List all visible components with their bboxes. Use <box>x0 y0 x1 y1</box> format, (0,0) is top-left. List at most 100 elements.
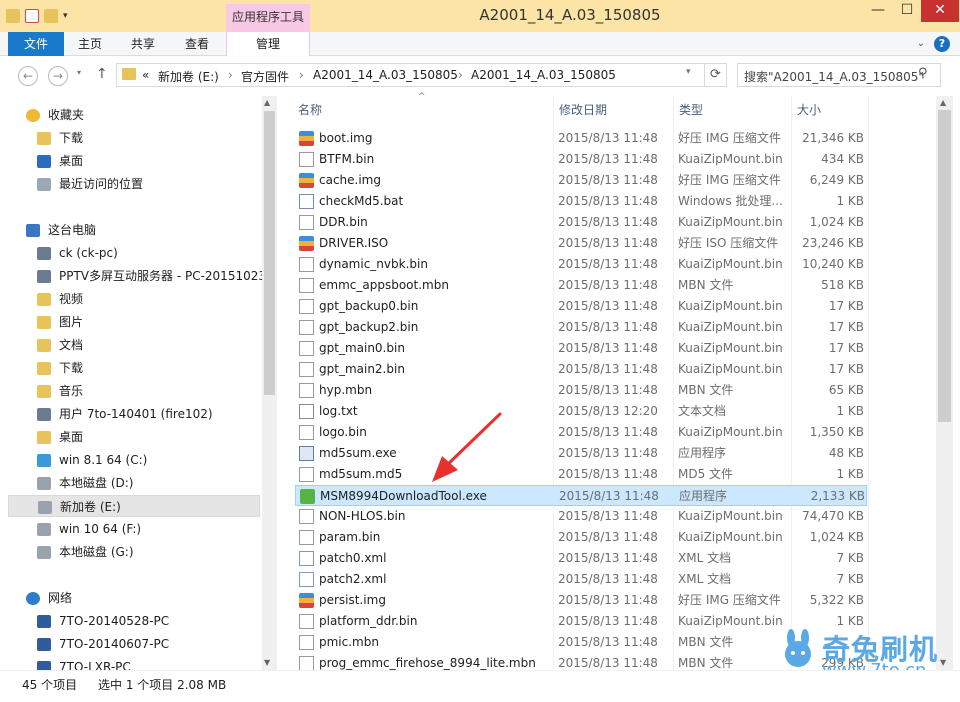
sidebar-item[interactable]: 7TO-LXR-PC <box>0 656 262 670</box>
column-divider[interactable] <box>868 96 869 670</box>
breadcrumb-separator[interactable]: › <box>299 68 304 82</box>
file-row[interactable]: param.bin 2015/8/13 11:48 KuaiZipMount.bin… <box>295 527 867 548</box>
sidebar-item[interactable]: win 10 64 (F:) <box>0 518 262 540</box>
file-row[interactable]: persist.img 2015/8/13 11:48 好压 IMG 压缩文件 5,3… <box>295 590 867 611</box>
file-type: MBN 文件 <box>678 635 734 649</box>
scroll-up-icon[interactable]: ▲ <box>940 98 946 107</box>
drive-icon <box>37 546 51 559</box>
file-row[interactable]: gpt_backup0.bin 2015/8/13 11:48 KuaiZipMou… <box>295 296 867 317</box>
sidebar-item[interactable]: 桌面 <box>0 150 262 172</box>
tab-file[interactable]: 文件 <box>8 32 64 56</box>
file-row[interactable]: checkMd5.bat 2015/8/13 11:48 Windows 批处理..… <box>295 191 867 212</box>
file-row[interactable]: patch0.xml 2015/8/13 11:48 XML 文档 7 KB <box>295 548 867 569</box>
refresh-button[interactable]: ⟳ <box>704 64 726 86</box>
help-icon[interactable]: ? <box>934 36 950 52</box>
back-button[interactable]: ← <box>18 66 38 86</box>
maximize-button[interactable]: ☐ <box>893 0 921 22</box>
column-header-size[interactable]: 大小 <box>797 101 821 118</box>
breadcrumb-item[interactable]: A2001_14_A.03_150805 <box>313 68 458 82</box>
search-icon[interactable]: ⚲ <box>918 66 928 81</box>
sidebar-item[interactable]: 文档 <box>0 334 262 356</box>
sidebar-item[interactable]: 本地磁盘 (G:) <box>0 541 262 563</box>
file-row[interactable]: log.txt 2015/8/13 12:20 文本文档 1 KB <box>295 401 867 422</box>
sidebar-item[interactable]: 本地磁盘 (D:) <box>0 472 262 494</box>
file-row[interactable]: cache.img 2015/8/13 11:48 好压 IMG 压缩文件 6,249… <box>295 170 867 191</box>
sidebar-item[interactable]: win 8.1 64 (C:) <box>0 449 262 471</box>
file-row[interactable]: DDR.bin 2015/8/13 11:48 KuaiZipMount.bin 1,… <box>295 212 867 233</box>
file-row[interactable]: MSM8994DownloadTool.exe 2015/8/13 11:48 应用… <box>295 485 867 506</box>
search-input[interactable]: 搜索"A2001_14_A.03_150805" <box>744 68 924 85</box>
sidebar-item[interactable]: 新加卷 (E:) <box>8 495 260 517</box>
new-folder-icon[interactable] <box>44 9 58 23</box>
sidebar-item[interactable]: 图片 <box>0 311 262 333</box>
file-row[interactable]: logo.bin 2015/8/13 11:48 KuaiZipMount.bin 1… <box>295 422 867 443</box>
sidebar-item[interactable]: 下载 <box>0 357 262 379</box>
sidebar-item[interactable]: ck (ck-pc) <box>0 242 262 264</box>
column-header-date[interactable]: 修改日期 <box>559 101 607 118</box>
sidebar-item[interactable]: PPTV多屏互动服务器 - PC-20151023 <box>0 265 262 287</box>
file-row[interactable]: gpt_main0.bin 2015/8/13 11:48 KuaiZipMount… <box>295 338 867 359</box>
file-row[interactable]: dynamic_nvbk.bin 2015/8/13 11:48 KuaiZipMo… <box>295 254 867 275</box>
tab-view[interactable]: 查看 <box>176 32 218 56</box>
breadcrumb-separator[interactable]: › <box>228 68 233 82</box>
tab-home[interactable]: 主页 <box>70 32 110 56</box>
file-row[interactable]: NON-HLOS.bin 2015/8/13 11:48 KuaiZipMount.… <box>295 506 867 527</box>
sidebar-item[interactable]: 最近访问的位置 <box>0 173 262 195</box>
breadcrumb-item[interactable]: 新加卷 (E:) <box>158 68 219 85</box>
contextual-tab-header: 应用程序工具 <box>226 4 310 32</box>
sidebar-item[interactable]: 视频 <box>0 288 262 310</box>
recent-locations-icon[interactable]: ▾ <box>77 68 81 77</box>
file-row[interactable]: emmc_appsboot.mbn 2015/8/13 11:48 MBN 文件 51… <box>295 275 867 296</box>
expand-ribbon-icon[interactable]: ⌄ <box>914 37 928 51</box>
file-row[interactable]: hyp.mbn 2015/8/13 11:48 MBN 文件 65 KB <box>295 380 867 401</box>
file-date: 2015/8/13 11:48 <box>558 278 658 292</box>
file-icon <box>299 152 314 167</box>
file-type: 好压 IMG 压缩文件 <box>678 173 781 187</box>
folder-icon[interactable] <box>6 9 20 23</box>
up-button[interactable]: ↑ <box>96 66 108 82</box>
desktop-icon <box>37 155 51 168</box>
column-header-type[interactable]: 类型 <box>679 101 703 118</box>
breadcrumb-item[interactable]: 官方固件 <box>241 68 289 85</box>
file-row[interactable]: patch2.xml 2015/8/13 11:48 XML 文档 7 KB <box>295 569 867 590</box>
properties-icon[interactable] <box>25 9 39 23</box>
sidebar-item-label: 这台电脑 <box>48 223 97 237</box>
breadcrumb-separator[interactable]: › <box>458 68 463 82</box>
column-header-name[interactable]: 名称 <box>298 101 322 118</box>
sidebar-item[interactable]: 网络 <box>0 587 262 609</box>
breadcrumb-overflow[interactable]: « <box>142 68 149 82</box>
file-row[interactable]: gpt_backup2.bin 2015/8/13 11:48 KuaiZipMou… <box>295 317 867 338</box>
sidebar-item-label: 视频 <box>59 292 84 306</box>
file-row[interactable]: gpt_main2.bin 2015/8/13 11:48 KuaiZipMount… <box>295 359 867 380</box>
breadcrumb-item[interactable]: A2001_14_A.03_150805 <box>471 68 616 82</box>
sidebar-item[interactable]: 音乐 <box>0 380 262 402</box>
archive-icon <box>299 236 314 251</box>
scroll-down-icon[interactable]: ▼ <box>940 658 946 667</box>
file-list-scroll-thumb[interactable] <box>938 110 951 422</box>
scroll-up-icon[interactable]: ▲ <box>264 98 270 107</box>
sidebar-item[interactable]: 下载 <box>0 127 262 149</box>
sidebar-item[interactable]: 7TO-20140528-PC <box>0 610 262 632</box>
customize-toolbar-icon[interactable]: ▾ <box>63 11 68 21</box>
forward-button[interactable]: → <box>48 66 68 86</box>
scroll-down-icon[interactable]: ▼ <box>264 658 270 667</box>
sidebar-item[interactable]: 桌面 <box>0 426 262 448</box>
tab-share[interactable]: 共享 <box>122 32 164 56</box>
sidebar-item[interactable]: 7TO-20140607-PC <box>0 633 262 655</box>
minimize-button[interactable]: — <box>864 0 892 22</box>
file-name: BTFM.bin <box>319 152 375 166</box>
sidebar-item[interactable]: 这台电脑 <box>0 219 262 241</box>
file-row[interactable]: md5sum.md5 2015/8/13 11:48 MD5 文件 1 KB <box>295 464 867 485</box>
network-drive-icon <box>37 247 51 260</box>
file-row[interactable]: boot.img 2015/8/13 11:48 好压 IMG 压缩文件 21,346… <box>295 128 867 149</box>
sidebar-item[interactable]: 用户 7to-140401 (fire102) <box>0 403 262 425</box>
tab-manage[interactable]: 管理 <box>226 32 310 56</box>
file-row[interactable]: BTFM.bin 2015/8/13 11:48 KuaiZipMount.bin 4… <box>295 149 867 170</box>
address-dropdown-icon[interactable]: ▾ <box>686 67 691 77</box>
sidebar-item-label: 用户 7to-140401 (fire102) <box>59 407 213 421</box>
file-row[interactable]: DRIVER.ISO 2015/8/13 11:48 好压 ISO 压缩文件 23,2… <box>295 233 867 254</box>
close-button[interactable]: ✕ <box>921 0 959 22</box>
sidebar-item[interactable]: 收藏夹 <box>0 104 262 126</box>
file-row[interactable]: md5sum.exe 2015/8/13 11:48 应用程序 48 KB <box>295 443 867 464</box>
sidebar-scroll-thumb[interactable] <box>264 111 275 395</box>
